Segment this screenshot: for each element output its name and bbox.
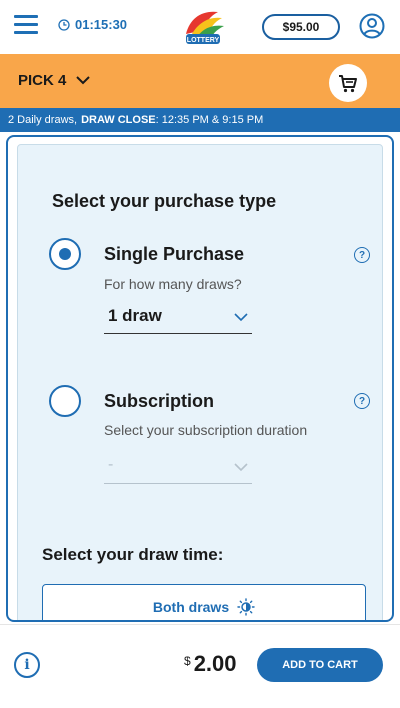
bottom-bar: i $ 2.00 ADD TO CART: [0, 624, 400, 708]
draw-info-bar: 2 Daily draws, DRAW CLOSE : 12:35 PM & 9…: [0, 108, 400, 132]
purchase-frame: Select your purchase type Single Purchas…: [6, 135, 394, 622]
single-purchase-subtitle: For how many draws?: [104, 276, 242, 292]
help-icon[interactable]: ?: [354, 393, 370, 409]
subscription-radio[interactable]: [49, 385, 81, 417]
both-draws-button[interactable]: Both draws: [42, 584, 366, 620]
lottery-logo: LOTTERY: [186, 11, 224, 44]
game-selector[interactable]: PICK 4: [18, 72, 91, 89]
hamburger-icon[interactable]: [14, 15, 38, 35]
both-draws-label: Both draws: [152, 599, 230, 615]
chevron-down-icon: [234, 463, 248, 472]
purchase-type-title: Select your purchase type: [52, 191, 277, 211]
info-icon[interactable]: i: [14, 652, 40, 678]
logo-text: LOTTERY: [187, 37, 220, 44]
price-currency: $: [184, 654, 191, 668]
cart-icon: [339, 75, 357, 93]
add-to-cart-button[interactable]: ADD TO CART: [257, 648, 383, 682]
draws-text: 2 Daily draws,: [8, 114, 78, 126]
clock-icon: [58, 18, 70, 31]
draw-close-times: : 12:35 PM & 9:15 PM: [155, 114, 264, 126]
draw-close-label: DRAW CLOSE: [81, 114, 156, 126]
total-price: $ 2.00: [184, 651, 237, 677]
cart-button[interactable]: [329, 64, 367, 102]
help-icon[interactable]: ?: [354, 247, 370, 263]
countdown-timer: 01:15:30: [58, 17, 127, 32]
purchase-card: Select your purchase type Single Purchas…: [17, 144, 383, 620]
timer-text: 01:15:30: [75, 17, 128, 32]
chevron-down-icon: [76, 76, 91, 85]
top-bar: 01:15:30 LOTTERY $95.00: [0, 0, 400, 54]
draws-select-value: 1 draw: [108, 306, 162, 325]
game-name: PICK 4: [18, 72, 67, 89]
subscription-subtitle: Select your subscription duration: [104, 422, 308, 438]
subscription-label: Subscription: [104, 391, 215, 411]
balance-button[interactable]: $95.00: [262, 14, 340, 40]
price-amount: 2.00: [193, 651, 237, 676]
sun-moon-icon: [237, 598, 255, 616]
single-purchase-radio[interactable]: [49, 238, 81, 270]
draw-time-title: Select your draw time:: [42, 545, 224, 564]
single-purchase-label: Single Purchase: [104, 244, 245, 264]
profile-icon[interactable]: [359, 13, 385, 39]
subscription-select-value: -: [108, 456, 114, 473]
chevron-down-icon: [234, 313, 248, 322]
subscription-duration-select: -: [104, 452, 252, 484]
draws-select[interactable]: 1 draw: [104, 302, 252, 334]
game-bar: PICK 4: [0, 54, 400, 108]
